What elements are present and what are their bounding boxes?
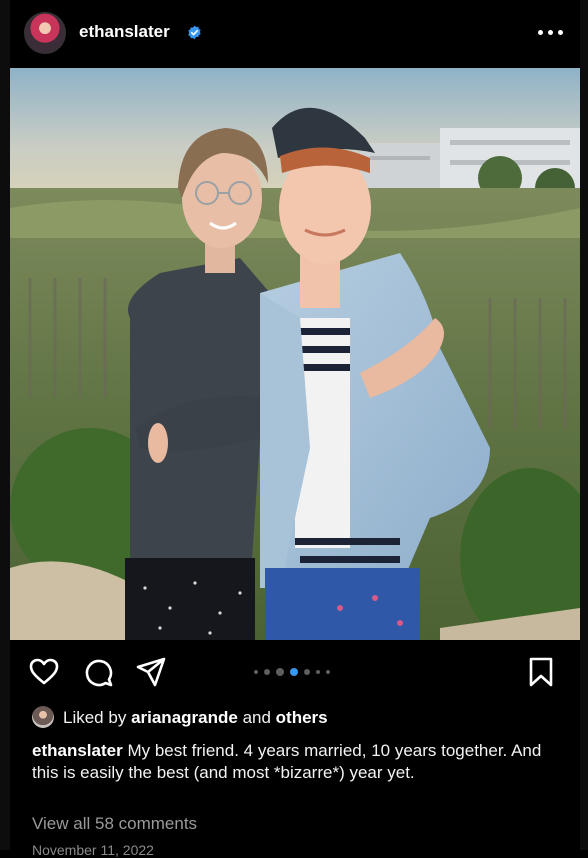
carousel-dot	[316, 670, 320, 674]
liked-by-row: Liked by arianagrande and others	[32, 705, 572, 731]
save-bookmark-icon[interactable]	[525, 656, 557, 688]
post-actions	[10, 640, 580, 702]
liked-by-prefix: Liked by	[63, 708, 127, 727]
left-border	[0, 0, 10, 850]
comment-icon[interactable]	[82, 656, 114, 688]
caption-username[interactable]: ethanslater	[32, 741, 123, 760]
more-options-icon[interactable]	[538, 30, 564, 36]
post-date: November 11, 2022	[32, 842, 154, 858]
carousel-dot	[264, 669, 270, 675]
carousel-dot-active	[290, 668, 298, 676]
post-username[interactable]: ethanslater	[79, 22, 170, 42]
post-caption: ethanslater My best friend. 4 years marr…	[32, 740, 567, 784]
like-heart-icon[interactable]	[28, 656, 60, 688]
liker-avatar[interactable]	[32, 706, 54, 728]
view-comments-link[interactable]: View all 58 comments	[32, 814, 197, 834]
verified-badge-icon	[188, 25, 201, 40]
carousel-dot	[276, 668, 284, 676]
post-photo[interactable]	[10, 68, 580, 640]
carousel-dot	[254, 670, 258, 674]
share-send-icon[interactable]	[135, 656, 167, 688]
post-container: ethanslater Liked by arianagrande and ot…	[10, 0, 580, 858]
liked-by-others[interactable]: others	[276, 708, 328, 727]
carousel-dot	[304, 669, 310, 675]
liked-by-user[interactable]: arianagrande	[131, 708, 238, 727]
carousel-dot	[326, 670, 330, 674]
liked-by-text: Liked by arianagrande and others	[63, 708, 328, 728]
carousel-indicator	[254, 667, 344, 677]
right-border	[580, 0, 588, 850]
liked-by-joiner: and	[242, 708, 271, 727]
profile-avatar[interactable]	[24, 12, 66, 54]
post-header: ethanslater	[10, 0, 580, 66]
